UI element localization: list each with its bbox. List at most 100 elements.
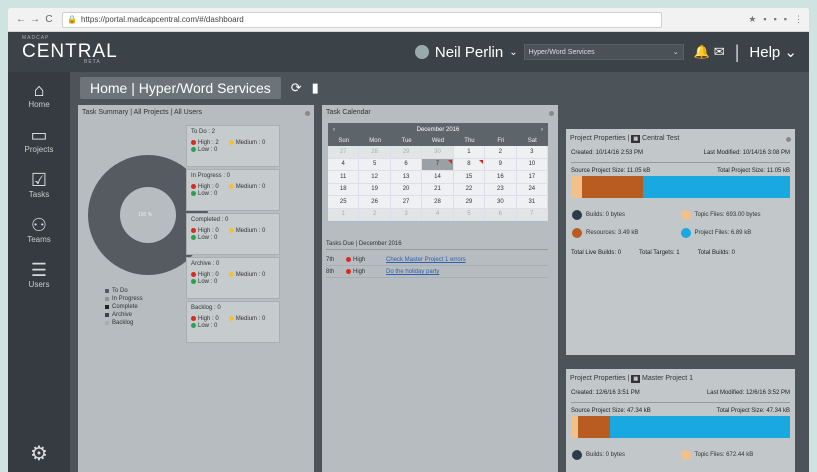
calendar-day[interactable]: 25 <box>328 196 360 209</box>
chevron-left-icon[interactable]: ‹ <box>333 127 335 133</box>
medium-label: Medium : 0 <box>235 140 266 147</box>
calendar-day[interactable]: 30 <box>485 196 517 209</box>
modified-date: Last Modified: 10/14/16 3:08 PM <box>703 150 790 156</box>
settings-icon[interactable] <box>549 111 554 116</box>
settings-icon[interactable] <box>786 137 791 142</box>
sidebar-item-teams[interactable]: ⚇ Teams <box>8 207 70 252</box>
calendar-day[interactable]: 17 <box>516 171 548 184</box>
due-task-link[interactable]: Do the holiday party <box>386 269 439 275</box>
chevron-right-icon[interactable]: › <box>541 127 543 133</box>
calendar-day[interactable]: 1 <box>328 208 360 221</box>
extension-icon[interactable]: ▪ <box>784 14 787 25</box>
sidebar-item-label: Teams <box>27 235 51 244</box>
due-task-link[interactable]: Check Master Project 1 errors <box>386 257 466 263</box>
divider <box>571 162 790 163</box>
panel-title: Task Summary | All Projects | All Users <box>82 109 202 116</box>
calendar-day[interactable]: 14 <box>422 171 454 184</box>
calendar-day[interactable]: 6 <box>390 158 423 171</box>
calendar-day[interactable]: 6 <box>485 208 517 221</box>
calendar-day[interactable]: 7 <box>516 208 548 221</box>
sidebar-item-projects[interactable]: ▭ Projects <box>8 117 70 162</box>
pfiles-item: Project Files: 6.89 kB <box>680 228 790 238</box>
pfiles-value: Project Files: 6.89 kB <box>694 230 752 236</box>
calendar-day[interactable]: 31 <box>516 196 548 209</box>
calendar-day[interactable]: 3 <box>516 146 548 159</box>
address-bar[interactable]: 🔒 https://portal.madcapcentral.com/#/das… <box>62 11 662 28</box>
layout-icon[interactable]: ▮ <box>312 80 319 96</box>
calendar-day[interactable]: 19 <box>359 183 391 196</box>
total-builds: Total Builds: 0 <box>697 250 735 256</box>
star-icon[interactable]: ★ <box>748 14 756 25</box>
calendar-day[interactable]: 24 <box>516 183 548 196</box>
builds-value: Builds: 0 bytes <box>586 212 626 218</box>
stat-low: Low : 0 <box>191 323 219 330</box>
calendar-day[interactable]: 20 <box>390 183 423 196</box>
sidebar-item-home[interactable]: ⌂ Home <box>8 72 70 117</box>
calendar-day[interactable]: 28 <box>359 146 391 159</box>
chart-legend: To Do In Progress Complete Archive Backl… <box>105 287 143 327</box>
back-icon[interactable]: ← <box>14 14 28 25</box>
calendar-day[interactable]: 15 <box>453 171 486 184</box>
panel-header: Project Properties | ▦ Central Test <box>566 129 795 146</box>
calendar-day[interactable]: 12 <box>359 171 391 184</box>
calendar-day[interactable]: 27 <box>390 196 423 209</box>
calendar-day[interactable]: 30 <box>422 146 454 159</box>
sidebar-item-users[interactable]: ☰ Users <box>8 252 70 297</box>
source-size: Source Project Size: 11.05 kB <box>571 168 651 174</box>
calendar-day[interactable]: 4 <box>328 158 360 171</box>
calendar-day[interactable]: 22 <box>453 183 486 196</box>
extension-icon[interactable]: ▪ <box>763 14 766 25</box>
avatar <box>414 45 429 59</box>
calendar-day[interactable]: 5 <box>453 208 486 221</box>
calendar-day[interactable]: 18 <box>328 183 360 196</box>
calendar-day[interactable]: 2 <box>359 208 391 221</box>
calendar-day[interactable]: 28 <box>422 196 454 209</box>
calendar-day[interactable]: 9 <box>485 158 517 171</box>
calendar-day[interactable]: 8 <box>453 158 486 171</box>
calendar-day[interactable]: 29 <box>390 146 423 159</box>
menu-icon[interactable]: ⋮ <box>794 14 803 25</box>
size-row: Source Project Size: 11.05 kB Total Proj… <box>566 168 795 174</box>
settings-icon[interactable] <box>305 111 310 116</box>
stat-high: High : 0 <box>191 184 219 191</box>
builds-dot <box>572 210 582 220</box>
browser-toolbar: ← → C 🔒 https://portal.madcapcentral.com… <box>8 8 809 32</box>
forward-icon[interactable]: → <box>28 14 42 25</box>
calendar-day[interactable]: 4 <box>422 208 454 221</box>
medium-dot <box>228 184 234 189</box>
legend-swatch <box>105 289 109 293</box>
refresh-icon[interactable]: ⟳ <box>291 80 302 96</box>
medium-label: Medium : 0 <box>235 184 266 191</box>
calendar-day[interactable]: 5 <box>359 158 391 171</box>
high-dot <box>191 228 196 233</box>
calendar-day[interactable]: 23 <box>485 183 517 196</box>
settings-gear-icon[interactable]: ⚙ <box>8 441 70 466</box>
dates-row: Created: 10/14/16 2:53 PM Last Modified:… <box>566 150 795 156</box>
dates-row: Created: 12/6/16 3:51 PM Last Modified: … <box>566 390 795 396</box>
resources-value: Resources: 3.49 kB <box>586 230 639 236</box>
calendar-day[interactable]: 7 <box>422 158 454 171</box>
user-menu[interactable]: Neil Perlin ⌄ <box>414 44 518 61</box>
calendar-day[interactable]: 29 <box>453 196 486 209</box>
project-select[interactable]: Hyper/Word Services ⌄ <box>523 44 684 60</box>
legend-swatch <box>105 305 109 309</box>
low-dot <box>191 191 196 197</box>
calendar-day[interactable]: 1 <box>453 146 486 159</box>
calendar-day[interactable]: 11 <box>328 171 360 184</box>
reload-icon[interactable]: C <box>42 14 56 25</box>
calendar-day[interactable]: 10 <box>516 158 548 171</box>
extension-icon[interactable]: ▪ <box>774 14 777 25</box>
calendar-day[interactable]: 27 <box>328 146 360 159</box>
calendar-day[interactable]: 26 <box>359 196 391 209</box>
help-menu[interactable]: Help ⌄ <box>749 43 797 61</box>
mail-icon[interactable]: ✉ <box>714 44 725 60</box>
calendar-day[interactable]: 21 <box>422 183 454 196</box>
sidebar-item-label: Projects <box>24 145 54 154</box>
calendar-day[interactable]: 3 <box>390 208 423 221</box>
bell-icon[interactable]: 🔔 <box>694 44 710 60</box>
calendar-day[interactable]: 2 <box>485 146 517 159</box>
calendar-day[interactable]: 16 <box>485 171 517 184</box>
calendar-day[interactable]: 13 <box>390 171 423 184</box>
sidebar-item-tasks[interactable]: ☑ Tasks <box>8 162 70 207</box>
status-stat-card: In Progress : 0 High : 0 Low : 0 Medium : 0 <box>186 169 280 211</box>
